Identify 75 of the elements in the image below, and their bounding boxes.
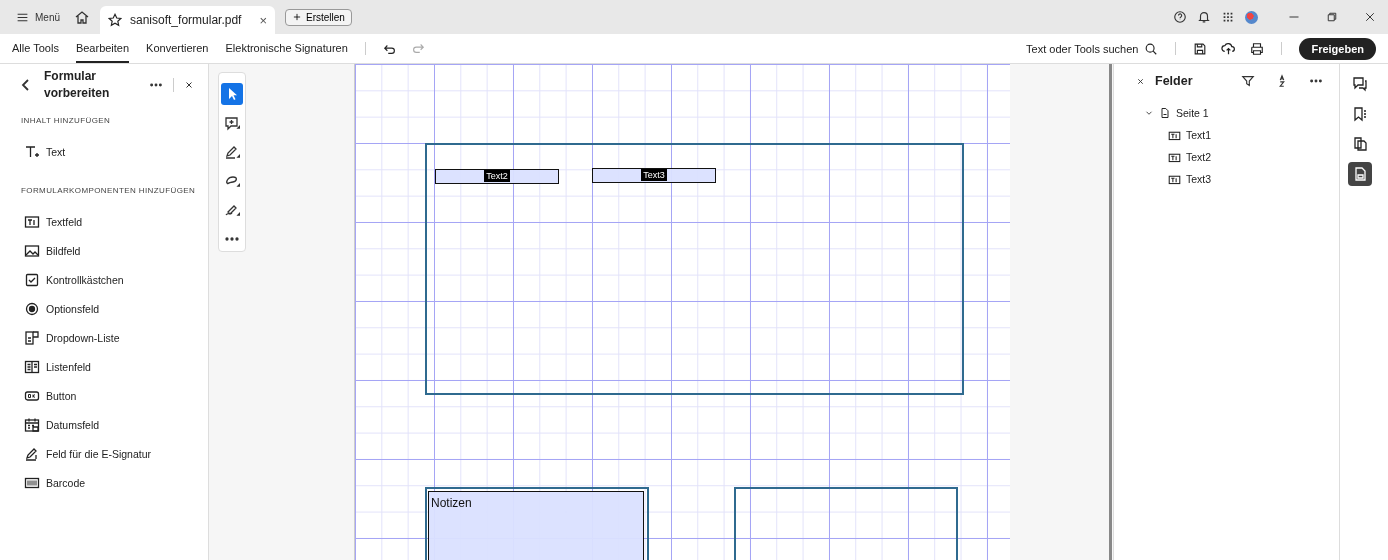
page-icon [1159,107,1171,119]
text-field-icon [24,213,40,230]
bell-icon [1197,10,1211,24]
tab-close-button[interactable]: × [259,12,267,28]
comments-icon [1352,76,1368,92]
field-label: Text3 [641,169,667,181]
printer-icon [1250,41,1265,56]
search-label[interactable]: Text oder Tools suchen [1026,42,1139,55]
toolbar-tab[interactable]: Elektronische Signaturen [225,34,348,63]
tool-item[interactable]: Text [0,137,208,166]
restore-icon [1326,11,1338,23]
dropdown-icon [24,329,40,346]
help-icon [1173,10,1187,24]
pen-icon [224,144,240,160]
tool-item[interactable]: Bildfeld [0,236,208,265]
tree-item[interactable]: Seite 1 [1144,102,1209,124]
section-heading: INHALT HINZUFÜGEN [20,115,112,127]
share-button[interactable]: Freigeben [1299,37,1376,60]
calendar-icon [24,416,40,433]
text-add-icon [24,143,40,160]
star-icon [108,13,122,27]
tool-item[interactable]: Dropdown-Liste [0,323,208,352]
tool-item[interactable]: Optionsfeld [0,294,208,323]
pages-icon [1352,136,1368,152]
tool-item[interactable]: Textfeld [0,207,208,236]
bookmark-icon [1352,106,1368,122]
plus-icon [292,12,302,22]
filter-icon [1241,74,1255,88]
tree-item[interactable]: Text1 [1168,124,1212,146]
list-box-icon [24,358,40,375]
form-field[interactable]: Text2 [435,169,559,184]
close-icon [184,80,194,90]
image-icon [24,242,40,259]
close-button[interactable] [184,80,194,90]
document-tab[interactable]: sanisoft_formular.pdf × [100,6,275,34]
help-button[interactable] [1173,10,1187,24]
tool-item[interactable]: Barcode [0,468,208,497]
tool-item[interactable]: Feld für die E-Signatur [0,439,208,468]
close-icon [1364,11,1376,23]
tool-item[interactable]: Button [0,381,208,410]
search-icon [1144,41,1159,56]
section-heading: FORMULARKOMPONENTEN HINZUFÜGEN [20,185,197,197]
sidebar-button[interactable] [1348,162,1372,186]
filter-button[interactable] [1241,74,1255,88]
menu-button[interactable]: Menü [12,6,64,28]
form-field[interactable]: Notizen [428,491,644,560]
apps-button[interactable] [1221,10,1235,24]
panel-title: Felder [1155,74,1194,88]
cloud-upload-icon [1221,41,1237,56]
notifications-button[interactable] [1197,10,1211,24]
checkbox-icon [24,271,40,288]
tool-item[interactable]: Datumsfeld [0,410,208,439]
panel-title: Formular vorbereiten [44,68,111,102]
save-icon [1193,41,1208,56]
document-title: sanisoft_formular.pdf [130,13,242,27]
tree-item[interactable]: Text3 [1168,168,1212,190]
radio-icon [24,300,40,317]
create-button[interactable]: Erstellen [285,8,352,26]
lasso-icon [224,173,240,189]
toolbar-tab[interactable]: Alle Tools [12,34,59,63]
home-icon [74,9,90,25]
home-button[interactable] [74,9,90,25]
close-icon [1136,76,1145,86]
form-field[interactable]: Text3 [592,168,716,183]
close-button[interactable] [1136,76,1145,86]
field-label: Text2 [484,170,510,182]
form-document-icon [1352,166,1368,182]
tree-item[interactable]: Text2 [1168,146,1212,168]
grid-icon [1221,10,1235,24]
tool-item[interactable]: Kontrollkästchen [0,265,208,294]
tool-item[interactable]: Listenfeld [0,352,208,381]
avatar[interactable] [1245,10,1258,24]
toolbar-tab[interactable]: Konvertieren [146,34,209,63]
field-label: Notizen [430,495,473,512]
comment-add-icon [224,115,240,131]
